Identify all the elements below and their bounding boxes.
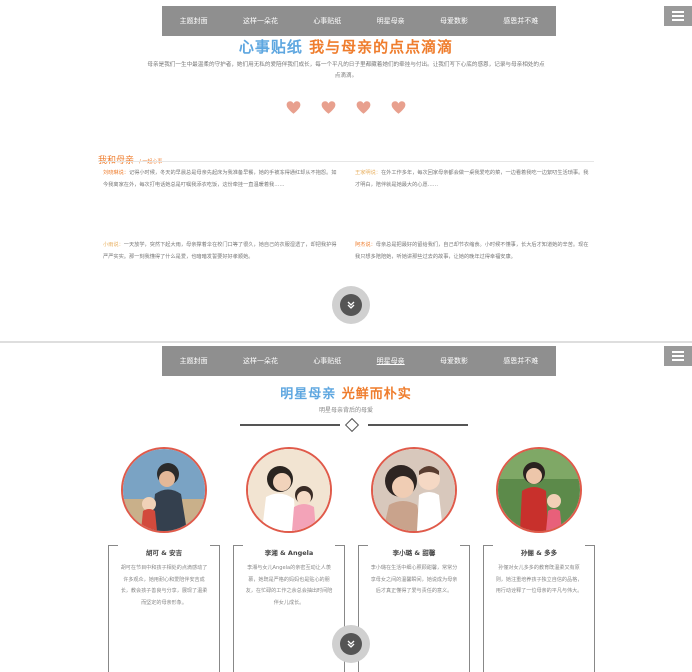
- mother-card: 孙俪 & 多多 孙俪对女儿多多的教育既温柔又有原则，她注重培养孩子独立自信的品格…: [483, 447, 595, 672]
- nav-item-stickers[interactable]: 心事贴纸: [313, 16, 341, 26]
- nav-item-stickers[interactable]: 心事贴纸: [313, 356, 341, 366]
- story-item: 阿杰说：母亲总是把最好的留给我们，自己却节衣缩食。小时候不懂事，长大后才知道她的…: [355, 240, 591, 263]
- nav-item-mother-photos[interactable]: 母爱数影: [440, 16, 468, 26]
- divider: [368, 424, 468, 426]
- story-item: 王家明说：在外工作多年，每次回家母亲都会做一桌我爱吃的菜，一边看着我吃一边絮叨生…: [355, 168, 591, 191]
- nav-item-mother-photos[interactable]: 母爱数影: [440, 356, 468, 366]
- title-part-b: 我与母亲的点点滴滴: [309, 38, 454, 56]
- nav-item-celebrity-mothers[interactable]: 明星母亲: [377, 356, 405, 366]
- story-text: 记得小时候，冬天的早晨总是母亲先起床为我准备早餐，她的手被冻得通红却从不抱怨。如…: [103, 170, 337, 188]
- nav-item-cover[interactable]: 主题封面: [180, 356, 208, 366]
- story-item: 刘晓琳说：记得小时候，冬天的早晨总是母亲先起床为我准备早餐，她的手被冻得通红却从…: [103, 168, 339, 191]
- divider: [98, 161, 594, 162]
- mother-name: 胡可 & 安吉: [145, 549, 183, 557]
- stories-heading: 我和母亲 / 一起心事: [98, 156, 163, 166]
- story-item: 小雨说：一天放学，突然下起大雨，母亲撑着伞在校门口等了很久，她自己的衣服湿透了，…: [103, 240, 339, 263]
- mother-description: 胡可在节目中和孩子相处的点滴感动了许多观众，她用耐心和爱陪伴安吉成长，教会孩子善…: [120, 565, 208, 606]
- chevron-double-down-icon: [347, 301, 355, 309]
- title-part-a: 心事贴纸: [238, 38, 303, 56]
- nav-item-gratitude[interactable]: 感恩并不难: [503, 356, 538, 366]
- mother-card: 胡可 & 安吉 胡可在节目中和孩子相处的点滴感动了许多观众，她用耐心和爱陪伴安吉…: [108, 447, 220, 672]
- story-text: 一天放学，突然下起大雨，母亲撑着伞在校门口等了很久，她自己的衣服湿透了，却把我护…: [103, 242, 337, 260]
- mother-photo: [496, 447, 582, 533]
- section-title: 明星母亲 光鲜而朴实: [0, 383, 692, 402]
- scroll-down-button[interactable]: [332, 286, 370, 324]
- nav-item-flower[interactable]: 这样一朵花: [243, 356, 278, 366]
- mother-info: 李湘 & Angela 李湘与女儿Angela的亲密互动让人羡慕，她既是严格的妈…: [233, 545, 345, 672]
- chevron-double-down-icon: [347, 640, 355, 648]
- mother-description: 孙俪对女儿多多的教育既温柔又有原则，她注重培养孩子独立自信的品格，用行动诠释了一…: [495, 565, 583, 594]
- nav-item-celebrity-mothers[interactable]: 明星母亲: [377, 16, 405, 26]
- mother-info: 胡可 & 安吉 胡可在节目中和孩子相处的点滴感动了许多观众，她用耐心和爱陪伴安吉…: [108, 545, 220, 672]
- mother-name: 孙俪 & 多多: [520, 549, 558, 557]
- top-navbar: 主题封面 这样一朵花 心事贴纸 明星母亲 母爱数影 感恩并不难: [162, 6, 556, 36]
- story-text: 在外工作多年，每次回家母亲都会做一桌我爱吃的菜，一边看着我吃一边絮叨生活琐事。我…: [355, 170, 589, 188]
- heart-icon: [391, 101, 406, 114]
- title-part-b: 光鲜而朴实: [341, 387, 412, 402]
- diamond-icon: [344, 417, 360, 433]
- mother-description: 李湘与女儿Angela的亲密互动让人羡慕，她既是严格的妈妈也是贴心的朋友，在忙碌…: [245, 565, 333, 606]
- story-author: 阿杰说：: [355, 242, 376, 248]
- mother-description: 李小璐在生活中细心照顾甜馨，常常分享母女之间的温馨瞬间，她说成为母亲后才真正懂得…: [370, 565, 458, 594]
- menu-icon[interactable]: [664, 6, 692, 26]
- mother-photo: [246, 447, 332, 533]
- scroll-down-button[interactable]: [332, 625, 370, 663]
- nav-item-flower[interactable]: 这样一朵花: [243, 16, 278, 26]
- top-navbar: 主题封面 这样一朵花 心事贴纸 明星母亲 母爱数影 感恩并不难: [162, 346, 556, 376]
- story-author: 刘晓琳说：: [103, 170, 129, 176]
- mother-info: 孙俪 & 多多 孙俪对女儿多多的教育既温柔又有原则，她注重培养孩子独立自信的品格…: [483, 545, 595, 672]
- menu-icon[interactable]: [664, 346, 692, 366]
- hearts-row: [0, 100, 692, 115]
- story-author: 小雨说：: [103, 242, 124, 248]
- heart-icon: [321, 101, 336, 114]
- intro-paragraph: 母亲是我们一生中最温柔的守护者，她们用无私的爱陪伴我们成长，每一个平凡的日子里都…: [147, 62, 545, 79]
- mother-photo: [371, 447, 457, 533]
- title-part-a: 明星母亲: [280, 387, 337, 402]
- section-subtitle: 明星母亲背后的母爱: [318, 407, 373, 414]
- heart-icon: [356, 101, 371, 114]
- mother-card: 李小璐 & 甜馨 李小璐在生活中细心照顾甜馨，常常分享母女之间的温馨瞬间，她说成…: [358, 447, 470, 672]
- mother-photo: [121, 447, 207, 533]
- story-text: 母亲总是把最好的留给我们，自己却节衣缩食。小时候不懂事，长大后才知道她的辛苦。现…: [355, 242, 589, 260]
- nav-item-gratitude[interactable]: 感恩并不难: [503, 16, 538, 26]
- mother-card: 李湘 & Angela 李湘与女儿Angela的亲密互动让人羡慕，她既是严格的妈…: [233, 447, 345, 672]
- nav-item-cover[interactable]: 主题封面: [180, 16, 208, 26]
- stories-heading-sub: 一起心事: [142, 159, 163, 165]
- mother-info: 李小璐 & 甜馨 李小璐在生活中细心照顾甜馨，常常分享母女之间的温馨瞬间，她说成…: [358, 545, 470, 672]
- divider: [240, 424, 340, 426]
- celebrity-mothers-section: 主题封面 这样一朵花 心事贴纸 明星母亲 母爱数影 感恩并不难 明星母亲 光鲜而…: [0, 343, 692, 672]
- section-title: 心事贴纸 我与母亲的点点滴滴: [0, 36, 692, 57]
- mother-name: 李小璐 & 甜馨: [392, 549, 436, 557]
- heart-icon: [286, 101, 301, 114]
- story-author: 王家明说：: [355, 170, 381, 176]
- mother-name: 李湘 & Angela: [264, 549, 314, 557]
- sticker-section: 主题封面 这样一朵花 心事贴纸 明星母亲 母爱数影 感恩并不难 心事贴纸 我与母…: [0, 0, 692, 342]
